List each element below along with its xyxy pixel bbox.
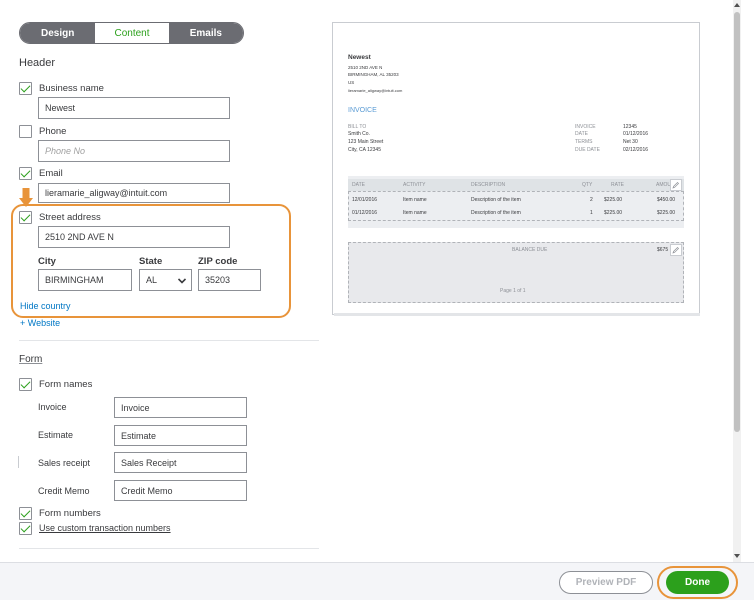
sales-receipt-label: Sales receipt xyxy=(38,458,91,468)
tab-emails[interactable]: Emails xyxy=(168,23,243,43)
preview-row-activity: Item name xyxy=(403,197,427,203)
preview-row-date: 12/01/2016 xyxy=(352,197,378,203)
preview-country: US xyxy=(348,80,355,85)
estimate-label: Estimate xyxy=(38,430,74,440)
preview-row-description: Description of the item xyxy=(471,210,521,216)
phone-checkbox[interactable] xyxy=(19,125,32,138)
street-address-label: Street address xyxy=(39,212,101,223)
phone-input[interactable]: Phone No xyxy=(38,140,230,162)
preview-meta-value: 02/12/2016 xyxy=(623,147,649,153)
preview-col-amount: AMOU xyxy=(656,182,671,188)
credit-memo-label: Credit Memo xyxy=(38,486,90,496)
custom-numbers-label[interactable]: Use custom transaction numbers xyxy=(39,523,171,533)
street-address-checkbox[interactable] xyxy=(19,211,32,224)
row-marker xyxy=(18,456,19,468)
preview-col-description: DESCRIPTION xyxy=(471,182,506,188)
tab-content[interactable]: Content xyxy=(95,23,169,43)
preview-bill-to-label: BILL TO xyxy=(348,124,367,130)
state-label: State xyxy=(139,256,163,267)
preview-row-rate: $225.00 xyxy=(604,197,623,203)
zip-input[interactable]: 35203 xyxy=(198,269,261,291)
hide-country-link[interactable]: Hide country xyxy=(20,301,71,311)
section-divider xyxy=(19,340,319,341)
preview-row-qty: 2 xyxy=(590,197,593,203)
email-label: Email xyxy=(39,168,63,179)
preview-row-activity: Item name xyxy=(403,210,427,216)
add-website-link[interactable]: + Website xyxy=(20,318,60,328)
scroll-down-icon[interactable] xyxy=(734,553,740,559)
preview-shadow xyxy=(334,313,700,316)
preview-meta-value: Net 30 xyxy=(623,139,638,145)
scrollbar-thumb[interactable] xyxy=(734,12,740,432)
business-name-input[interactable]: Newest xyxy=(38,97,230,119)
section-divider-2 xyxy=(19,548,319,549)
business-name-label: Business name xyxy=(39,83,104,94)
preview-company: Newest xyxy=(348,54,371,61)
invoice-name-input[interactable]: Invoice xyxy=(114,397,247,418)
preview-table-rows-box xyxy=(348,191,684,221)
state-select-value: AL xyxy=(146,275,158,285)
city-label: City xyxy=(38,256,56,267)
preview-bill-to-line: Smith Co. xyxy=(348,131,370,137)
edit-footer-button[interactable] xyxy=(670,244,682,256)
done-button[interactable]: Done xyxy=(666,571,729,594)
tab-design[interactable]: Design xyxy=(20,23,96,43)
city-input[interactable]: BIRMINGHAM xyxy=(38,269,132,291)
preview-row-qty: 1 xyxy=(590,210,593,216)
business-name-checkbox[interactable] xyxy=(19,82,32,95)
edit-table-button[interactable] xyxy=(670,179,682,191)
preview-invoice-title: INVOICE xyxy=(348,107,377,114)
zip-label: ZIP code xyxy=(198,256,238,267)
preview-table-header xyxy=(348,179,684,191)
email-checkbox[interactable] xyxy=(19,167,32,180)
phone-label: Phone xyxy=(39,126,67,137)
custom-numbers-checkbox[interactable] xyxy=(19,522,32,535)
form-names-checkbox[interactable] xyxy=(19,378,32,391)
preview-col-rate: RATE xyxy=(611,182,624,188)
preview-address1: 2510 2ND AVE N xyxy=(348,65,383,70)
preview-meta-label: DATE xyxy=(575,131,588,137)
preview-col-activity: ACTIVITY xyxy=(403,182,426,188)
preview-row-rate: $225.00 xyxy=(604,210,623,216)
street-address-input[interactable]: 2510 2ND AVE N xyxy=(38,226,230,248)
chevron-down-icon xyxy=(178,278,186,284)
preview-meta-value: 12345 xyxy=(623,124,637,130)
estimate-name-input[interactable]: Estimate xyxy=(114,425,247,446)
scroll-up-icon[interactable] xyxy=(734,2,740,8)
form-numbers-checkbox[interactable] xyxy=(19,507,32,520)
pencil-icon xyxy=(672,182,679,189)
preview-col-date: DATE xyxy=(352,182,365,188)
state-select[interactable]: AL xyxy=(139,269,192,291)
preview-page-label: Page 1 of 1 xyxy=(500,288,526,294)
preview-row-date: 01/12/2016 xyxy=(352,210,378,216)
tab-bar: Design Content Emails xyxy=(19,22,244,44)
preview-row-amount: $450.00 xyxy=(657,197,676,203)
preview-row-description: Description of the item xyxy=(471,197,521,203)
form-names-label: Form names xyxy=(39,379,93,390)
preview-meta-label: TERMS xyxy=(575,139,593,145)
preview-bill-to-line: City, CA 12345 xyxy=(348,147,381,153)
form-section-title: Form xyxy=(19,354,43,365)
preview-meta-label: INVOICE xyxy=(575,124,596,130)
preview-address2: BIRMINGHAM, AL 35203 xyxy=(348,72,399,77)
preview-col-qty: QTY xyxy=(582,182,593,188)
credit-memo-name-input[interactable]: Credit Memo xyxy=(114,480,247,501)
email-input[interactable]: lieramarie_aligway@intuit.com xyxy=(38,183,230,203)
preview-pdf-button[interactable]: Preview PDF xyxy=(559,571,653,594)
preview-meta-label: DUE DATE xyxy=(575,147,600,153)
pencil-icon xyxy=(672,247,679,254)
preview-balance-due-value: $675 xyxy=(657,247,669,253)
invoice-label: Invoice xyxy=(38,402,67,412)
preview-meta-value: 01/12/2016 xyxy=(623,131,649,137)
preview-row-amount: $225.00 xyxy=(657,210,676,216)
preview-bill-to-line: 123 Main Street xyxy=(348,139,384,145)
preview-balance-due-label: BALANCE DUE xyxy=(512,247,548,253)
form-numbers-label: Form numbers xyxy=(39,508,101,519)
sales-receipt-name-input[interactable]: Sales Receipt xyxy=(114,452,247,473)
preview-email: lieramarie_aligway@intuit.com xyxy=(348,88,403,93)
header-section-title: Header xyxy=(19,57,56,69)
